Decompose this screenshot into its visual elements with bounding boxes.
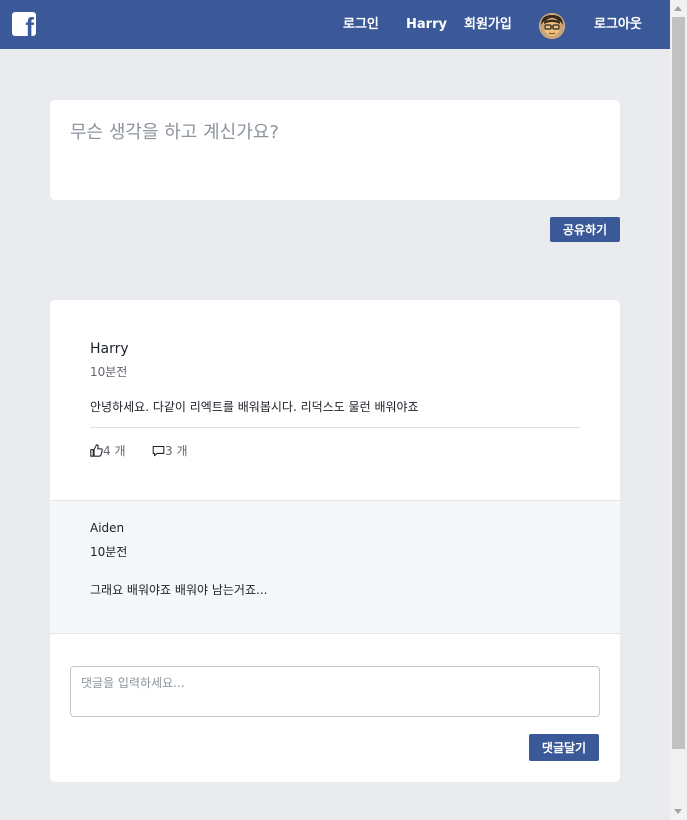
scrollbar-thumb[interactable] [672, 17, 685, 749]
post-time: 10분전 [90, 365, 128, 379]
comment-count: 3 개 [165, 444, 188, 458]
scroll-up-icon[interactable] [674, 6, 682, 11]
thumbs-up-icon [90, 444, 103, 457]
comment-input[interactable] [70, 666, 600, 717]
comment-content: 그래요 배워야죠 배워야 남는거죠... [90, 583, 268, 597]
share-button[interactable]: 공유하기 [550, 217, 620, 242]
nav-login-link[interactable]: 로그인 [343, 16, 379, 33]
post-composer [50, 100, 620, 200]
post-content: 안녕하세요. 다같이 리엑트를 배워봅시다. 리덕스도 물런 배워야죠 [90, 400, 419, 414]
like-button[interactable]: 4 개 [90, 442, 126, 459]
comment-submit-button[interactable]: 댓글달기 [529, 734, 599, 761]
divider [90, 427, 580, 428]
scrollbar[interactable] [670, 0, 687, 820]
avatar[interactable] [539, 13, 565, 39]
nav-signup-link[interactable]: 회원가입 [464, 16, 512, 33]
comment-list: Aiden 10분전 그래요 배워야죠 배워야 남는거죠... [50, 500, 620, 634]
comment-toggle-button[interactable]: 3 개 [152, 442, 188, 459]
post-author[interactable]: Harry [90, 341, 129, 357]
nav-logout-link[interactable]: 로그아웃 [594, 16, 642, 33]
facebook-logo-icon[interactable]: f [12, 12, 36, 36]
like-count: 4 개 [103, 444, 126, 458]
post-card: Harry 10분전 안녕하세요. 다같이 리엑트를 배워봅시다. 리덕스도 물… [50, 300, 620, 782]
post-composer-input[interactable] [70, 118, 600, 178]
nav-user-link[interactable]: Harry [406, 16, 447, 33]
comment-time: 10분전 [90, 545, 128, 559]
comment-author[interactable]: Aiden [90, 521, 124, 535]
scroll-down-icon[interactable] [674, 809, 682, 814]
avatar-face-icon [539, 13, 565, 39]
comment-icon [152, 445, 165, 456]
top-navbar: f 로그인 Harry 회원가입 로그아웃 [0, 0, 670, 49]
logo-letter: f [25, 12, 34, 36]
